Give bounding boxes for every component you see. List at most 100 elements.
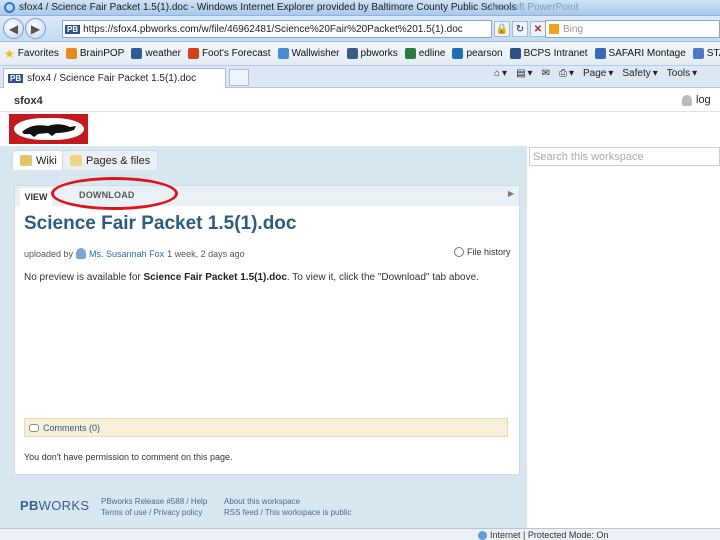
favorite-label: STARS L [706, 48, 720, 59]
site-name[interactable]: sfox4 [14, 95, 43, 107]
footer-release-link[interactable]: PBworks Release #588 / Help [101, 496, 207, 507]
no-preview-text-after: . To view it, click the "Download" tab a… [286, 272, 479, 283]
page-menu[interactable]: Page ▾ [583, 68, 613, 79]
bcps-icon [509, 48, 521, 59]
forward-arrow-icon: ▶ [30, 21, 41, 36]
wallwisher-icon [277, 48, 289, 59]
favorite-label: edline [418, 48, 446, 59]
tools-menu-label: Tools [666, 68, 691, 79]
comment-bubble-icon [29, 423, 39, 432]
refresh-icon[interactable]: ↻ [512, 21, 528, 37]
user-icon [76, 248, 87, 259]
weather-icon [131, 48, 143, 59]
forecast-icon [187, 48, 199, 59]
workspace-search-placeholder: Search this workspace [533, 150, 644, 163]
favorite-link-pbworks[interactable]: pbworks [346, 48, 398, 59]
no-preview-text-before: No preview is available for [24, 272, 141, 283]
site-header: sfox4 log [0, 88, 720, 112]
address-bar[interactable]: PB https://sfox4.pbworks.com/w/file/4696… [62, 20, 492, 38]
forward-button[interactable]: ▶ [25, 18, 46, 39]
favorite-label: Wallwisher [291, 48, 340, 59]
new-tab-button[interactable] [229, 69, 249, 86]
workspace-search-input[interactable]: Search this workspace [529, 147, 720, 166]
favorite-link-weather[interactable]: weather [131, 48, 181, 59]
address-row: ◀ ▶ PB https://sfox4.pbworks.com/w/file/… [0, 16, 720, 42]
uploaded-prefix: uploaded by [24, 248, 74, 259]
address-url[interactable]: https://sfox4.pbworks.com/w/file/4696248… [83, 24, 463, 35]
favorite-link-edline[interactable]: edline [404, 48, 446, 59]
favorite-link-bcps-intranet[interactable]: BCPS Intranet [509, 48, 588, 59]
page-title: Science Fair Packet 1.5(1).doc [24, 213, 297, 234]
browser-tab-active[interactable]: PB sfox4 / Science Fair Packet 1.5(1).do… [3, 68, 226, 88]
globe-icon [478, 530, 487, 540]
pbworks-footer-logo[interactable]: PBWORKS [20, 498, 89, 513]
file-history-label: File history [467, 247, 511, 257]
mail-button[interactable]: ✉ [542, 68, 550, 79]
tab-view[interactable]: VIEW [20, 188, 52, 206]
no-preview-filename: Science Fair Packet 1.5(1).doc [143, 272, 287, 283]
wiki-icon [20, 155, 32, 166]
pbworks-icon [346, 48, 358, 59]
favorites-bar: ★ Favorites BrainPOP weather Foot's Fore… [0, 42, 720, 66]
tab-pages-label: Pages & files [86, 154, 151, 167]
status-text: Internet | Protected Mode: On [490, 530, 609, 540]
tab-pages-files[interactable]: Pages & files [62, 150, 159, 170]
tools-menu[interactable]: Tools ▾ [667, 68, 697, 79]
uploaded-when: 1 week, 2 days ago [167, 248, 245, 259]
person-icon [682, 94, 692, 106]
file-history-link[interactable]: File history [454, 247, 511, 257]
lock-icon[interactable]: 🔒 [494, 21, 510, 37]
favorite-link-stars[interactable]: STARS L [692, 48, 720, 59]
safari-montage-icon [594, 48, 606, 59]
page-menu-label: Page [582, 68, 607, 79]
footer-about-link[interactable]: About this workspace [224, 496, 351, 507]
tab-wiki-label: Wiki [36, 154, 57, 167]
print-button[interactable]: ⎙ ▾ [559, 68, 574, 79]
brainpop-icon [65, 48, 77, 59]
footer-col-release: PBworks Release #588 / Help Terms of use… [101, 496, 207, 518]
feeds-icon: ▤ [516, 68, 526, 79]
stop-icon[interactable]: ✕ [530, 21, 546, 37]
clock-icon [454, 247, 464, 257]
favorite-label: pbworks [360, 48, 398, 59]
author-link[interactable]: Ms. Susannah Fox [89, 249, 164, 259]
home-button[interactable]: ⌂ ▾ [494, 68, 507, 79]
brand-light: WORKS [38, 498, 90, 513]
search-input[interactable]: Bing [545, 20, 720, 38]
folder-icon [70, 155, 82, 166]
no-preview-message: No preview is available for Science Fair… [24, 272, 514, 283]
site-favicon: PB [65, 24, 81, 34]
favorites-button[interactable]: ★ Favorites [4, 47, 59, 61]
footer-terms-link[interactable]: Terms of use / Privacy policy [101, 507, 207, 518]
tab-wiki[interactable]: Wiki [12, 150, 65, 170]
home-icon: ⌂ [494, 68, 501, 79]
back-button[interactable]: ◀ [3, 18, 24, 39]
favorite-link-pearson[interactable]: pearson [452, 48, 503, 59]
brand-bold: PB [20, 498, 39, 513]
favorite-label: Foot's Forecast [201, 48, 271, 59]
feeds-button[interactable]: ▤ ▾ [516, 68, 532, 79]
favorite-label: BCPS Intranet [523, 48, 588, 59]
window-titlebar: sfox4 / Science Fair Packet 1.5(1).doc -… [0, 0, 720, 16]
workspace-logo[interactable] [9, 114, 88, 144]
collapse-arrow-icon[interactable]: ▶ [508, 189, 514, 198]
favorites-label: Favorites [17, 48, 59, 59]
panther-logo-icon [13, 118, 84, 140]
red-circle-annotation [51, 177, 178, 210]
favorite-link-foots-forecast[interactable]: Foot's Forecast [187, 48, 271, 59]
safety-menu[interactable]: Safety ▾ [622, 68, 657, 79]
favorite-label: weather [145, 48, 181, 59]
star-icon: ★ [4, 46, 15, 61]
login-label: log [696, 94, 711, 106]
comments-bar[interactable]: Comments (0) [24, 418, 508, 437]
favorite-link-brainpop[interactable]: BrainPOP [65, 48, 124, 59]
footer-rss-link[interactable]: RSS feed / This workspace is public [224, 507, 351, 518]
tab-favicon: PB [8, 74, 24, 83]
no-permission-message: You don't have permission to comment on … [24, 452, 233, 462]
stars-icon [692, 48, 704, 59]
favorite-label: SAFARI Montage [608, 48, 686, 59]
favorite-link-safari-montage[interactable]: SAFARI Montage [594, 48, 686, 59]
favorite-link-wallwisher[interactable]: Wallwisher [277, 48, 340, 59]
login-link[interactable]: log [682, 94, 711, 106]
ie-logo-icon [4, 2, 15, 13]
